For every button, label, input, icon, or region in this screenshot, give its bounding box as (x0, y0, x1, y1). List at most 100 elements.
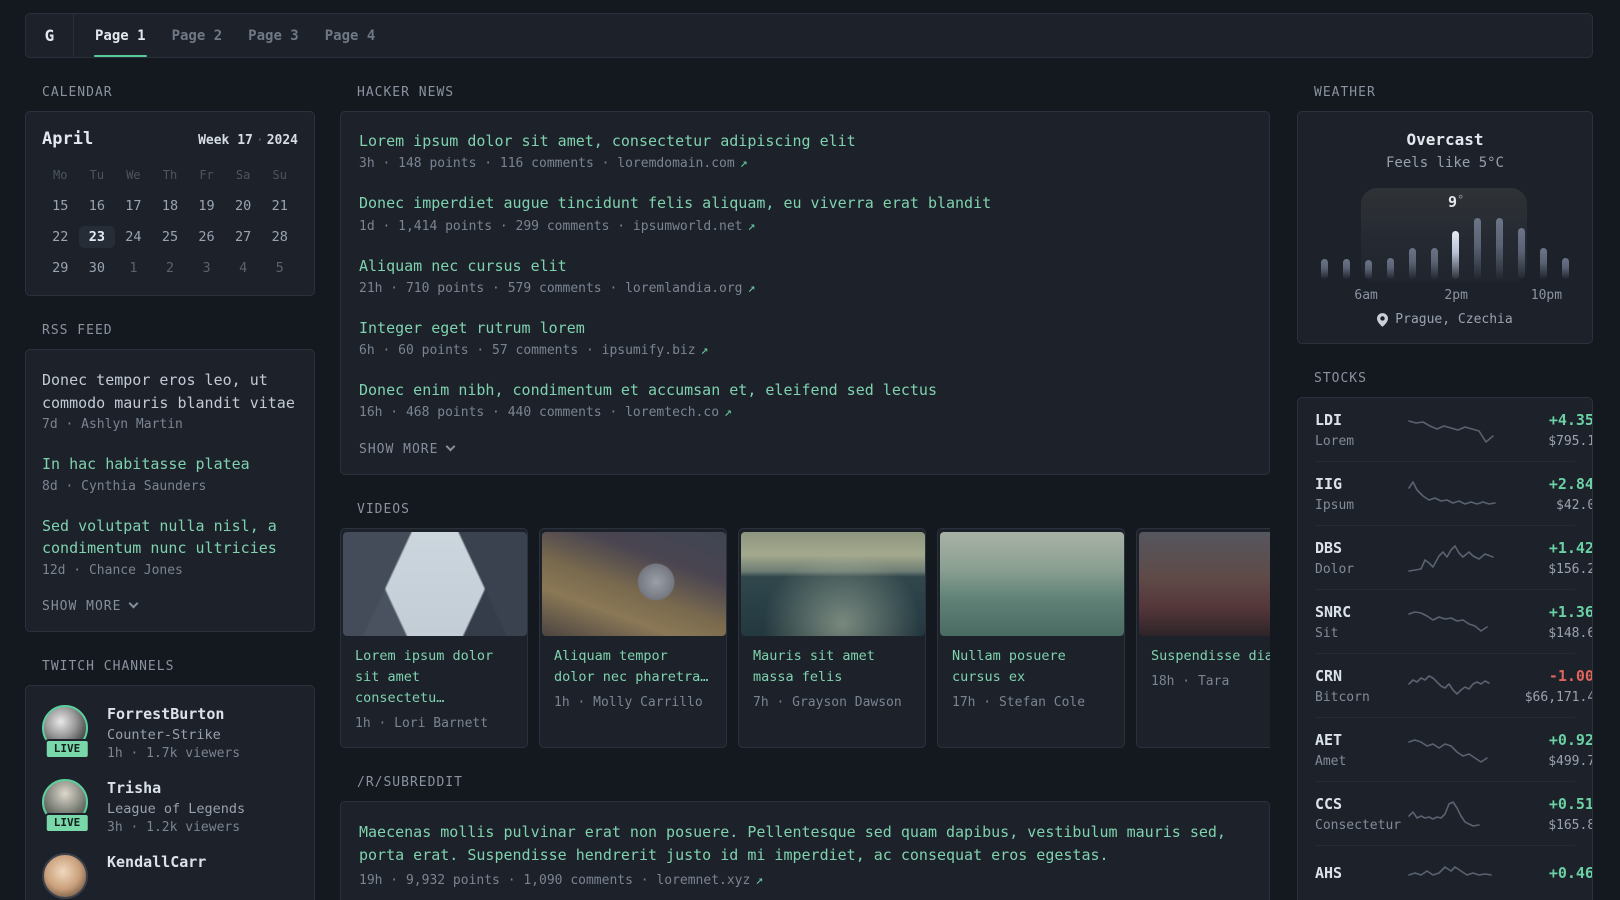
rss-item-title[interactable]: Sed volutpat nulla nisl, a condimentum n… (42, 515, 298, 560)
weather-bar (1452, 231, 1460, 279)
video-title[interactable]: Lorem ipsum dolor sit amet consectetu… (355, 646, 513, 709)
stocks-widget: STOCKS LDI Lorem +4.35% $795.18 IIG Ipsum +… (1297, 371, 1593, 900)
subreddit-card: Maecenas mollis pulvinar erat non posuer… (340, 801, 1270, 900)
hacker-news-card: Lorem ipsum dolor sit amet, consectetur … (340, 111, 1270, 476)
videos-section-title: VIDEOS (357, 502, 410, 518)
tab-page-1[interactable]: Page 1 (82, 14, 159, 57)
hn-item-title[interactable]: Aliquam nec cursus elit (359, 256, 1251, 276)
location-pin-icon (1377, 312, 1389, 327)
calendar-dow: Tu (89, 168, 105, 182)
live-badge: LIVE (44, 738, 90, 759)
twitch-channel-name[interactable]: ForrestBurton (107, 705, 240, 723)
tab-page-2[interactable]: Page 2 (159, 14, 236, 57)
subreddit-item-title[interactable]: Maecenas mollis pulvinar erat non posuer… (359, 821, 1251, 868)
external-link-icon[interactable]: ↗ (748, 281, 756, 296)
video-thumbnail[interactable] (1139, 532, 1270, 637)
video-card[interactable]: Mauris sit amet massa felis 7h · Grayson… (738, 528, 926, 749)
stock-row: AHS +0.46% (1315, 845, 1592, 900)
hn-item-title[interactable]: Lorem ipsum dolor sit amet, consectetur … (359, 131, 1251, 151)
twitch-channel-name[interactable]: KendallCarr (107, 853, 206, 871)
calendar-day: 30 (88, 260, 105, 276)
weather-widget: WEATHER Overcast Feels like 5°C 9° 6am 2… (1297, 85, 1593, 344)
rss-item: Sed volutpat nulla nisl, a condimentum n… (42, 515, 298, 578)
weather-bar (1474, 218, 1482, 279)
video-thumbnail[interactable] (940, 532, 1124, 637)
video-title[interactable]: Suspendisse diam (1151, 646, 1270, 667)
weather-location-text: Prague, Czechia (1395, 312, 1513, 327)
video-card[interactable]: Nullam posuere cursus ex 17h · Stefan Co… (937, 528, 1125, 749)
hn-item: Donec enim nibh, condimentum et accumsan… (359, 380, 1251, 420)
twitch-avatar-wrap: LIVE (42, 704, 92, 759)
hn-show-more-button[interactable]: SHOW MORE (359, 441, 1251, 457)
rss-item-meta: 8d · Cynthia Saunders (42, 478, 207, 494)
sparkline (1407, 542, 1499, 574)
stock-ticker: CRN (1315, 667, 1343, 685)
hn-item: Donec imperdiet augue tincidunt felis al… (359, 193, 1251, 233)
video-title[interactable]: Aliquam tempor dolor nec pharetra… (554, 646, 712, 688)
stock-name: Consectetur (1315, 818, 1402, 833)
hn-item-title[interactable]: Integer eget rutrum lorem (359, 318, 1251, 338)
weather-time-label: 2pm (1444, 288, 1468, 303)
weather-columns (1321, 217, 1569, 279)
hn-item-title[interactable]: Donec enim nibh, condimentum et accumsan… (359, 380, 1251, 400)
calendar-month: April (42, 129, 94, 149)
twitch-channel-row[interactable]: LIVE ForrestBurton Counter-Strike 1h · 1… (42, 704, 298, 761)
app-logo[interactable]: G (26, 14, 74, 57)
twitch-card: LIVE ForrestBurton Counter-Strike 1h · 1… (25, 684, 315, 900)
stock-ticker: LDI (1315, 411, 1343, 429)
video-card[interactable]: Lorem ipsum dolor sit amet consectetu… 1… (340, 528, 528, 749)
weather-current-temp: 9° (1448, 193, 1465, 211)
weather-condition: Overcast (1406, 130, 1484, 149)
subreddit-item: Maecenas mollis pulvinar erat non posuer… (359, 821, 1251, 888)
video-thumbnail[interactable] (741, 532, 925, 637)
stock-row: CRN Bitcorn -1.00% $66,171.48 (1315, 653, 1592, 717)
sparkline (1407, 478, 1499, 510)
video-card[interactable]: Suspendisse diam 18h · Tara (1136, 528, 1270, 749)
degree-symbol: ° (1457, 193, 1465, 207)
sparkline (1407, 414, 1499, 446)
chevron-down-icon (129, 598, 139, 608)
weather-bar (1561, 258, 1569, 279)
stock-row: CCS Consectetur +0.51% $165.84 (1315, 781, 1592, 845)
tab-page-4[interactable]: Page 4 (312, 14, 389, 57)
video-title[interactable]: Nullam posuere cursus ex (952, 646, 1110, 688)
page-tabs: Page 1 Page 2 Page 3 Page 4 (74, 14, 388, 57)
stock-change: +0.51% (1548, 795, 1592, 813)
columns: CALENDAR April Week 17 · 2024 Mo Tu We Th … (25, 85, 1593, 900)
rss-show-more-button[interactable]: SHOW MORE (42, 598, 298, 614)
calendar-day-other-month: 1 (129, 260, 138, 276)
weather-chart: 9° 6am 2pm 10pm (1321, 185, 1569, 303)
external-link-icon[interactable]: ↗ (740, 156, 748, 171)
hn-item-title[interactable]: Donec imperdiet augue tincidunt felis al… (359, 193, 1251, 213)
rss-item-title[interactable]: In hac habitasse platea (42, 453, 298, 476)
calendar-day: 18 (161, 198, 179, 214)
external-link-icon[interactable]: ↗ (724, 405, 732, 420)
calendar-day: 29 (52, 260, 69, 276)
stock-row: AET Amet +0.92% $499.72 (1315, 717, 1592, 781)
weather-bar (1540, 248, 1548, 279)
twitch-channel-row[interactable]: LIVE Trisha League of Legends 3h · 1.2k … (42, 778, 298, 835)
stock-name: Dolor (1315, 562, 1355, 577)
stock-price: $148.64 (1548, 626, 1592, 641)
stock-change: +4.35% (1548, 411, 1592, 429)
twitch-channel-name[interactable]: Trisha (107, 779, 245, 797)
external-link-icon[interactable]: ↗ (701, 343, 709, 358)
rss-item: In hac habitasse platea 8d · Cynthia Sau… (42, 453, 298, 494)
calendar-day-other-month: 5 (275, 260, 284, 276)
video-thumbnail[interactable] (542, 532, 726, 637)
video-thumbnail[interactable] (343, 532, 527, 637)
external-link-icon[interactable]: ↗ (748, 219, 756, 234)
external-link-icon[interactable]: ↗ (755, 873, 763, 888)
calendar-day: 15 (52, 198, 69, 214)
video-card[interactable]: Aliquam tempor dolor nec pharetra… 1h · … (539, 528, 727, 749)
tab-page-3[interactable]: Page 3 (235, 14, 312, 57)
calendar-day: 22 (52, 229, 69, 245)
stock-ticker: AHS (1315, 863, 1343, 882)
calendar-day-other-month: 4 (239, 260, 248, 276)
rss-item-title[interactable]: Donec tempor eros leo, ut commodo mauris… (42, 369, 298, 414)
weather-bar (1364, 260, 1372, 279)
twitch-avatar-wrap (42, 852, 92, 899)
twitch-channel-row[interactable]: KendallCarr (42, 852, 298, 899)
video-title[interactable]: Mauris sit amet massa felis (753, 646, 911, 688)
stock-price: $66,171.48 (1524, 690, 1592, 705)
